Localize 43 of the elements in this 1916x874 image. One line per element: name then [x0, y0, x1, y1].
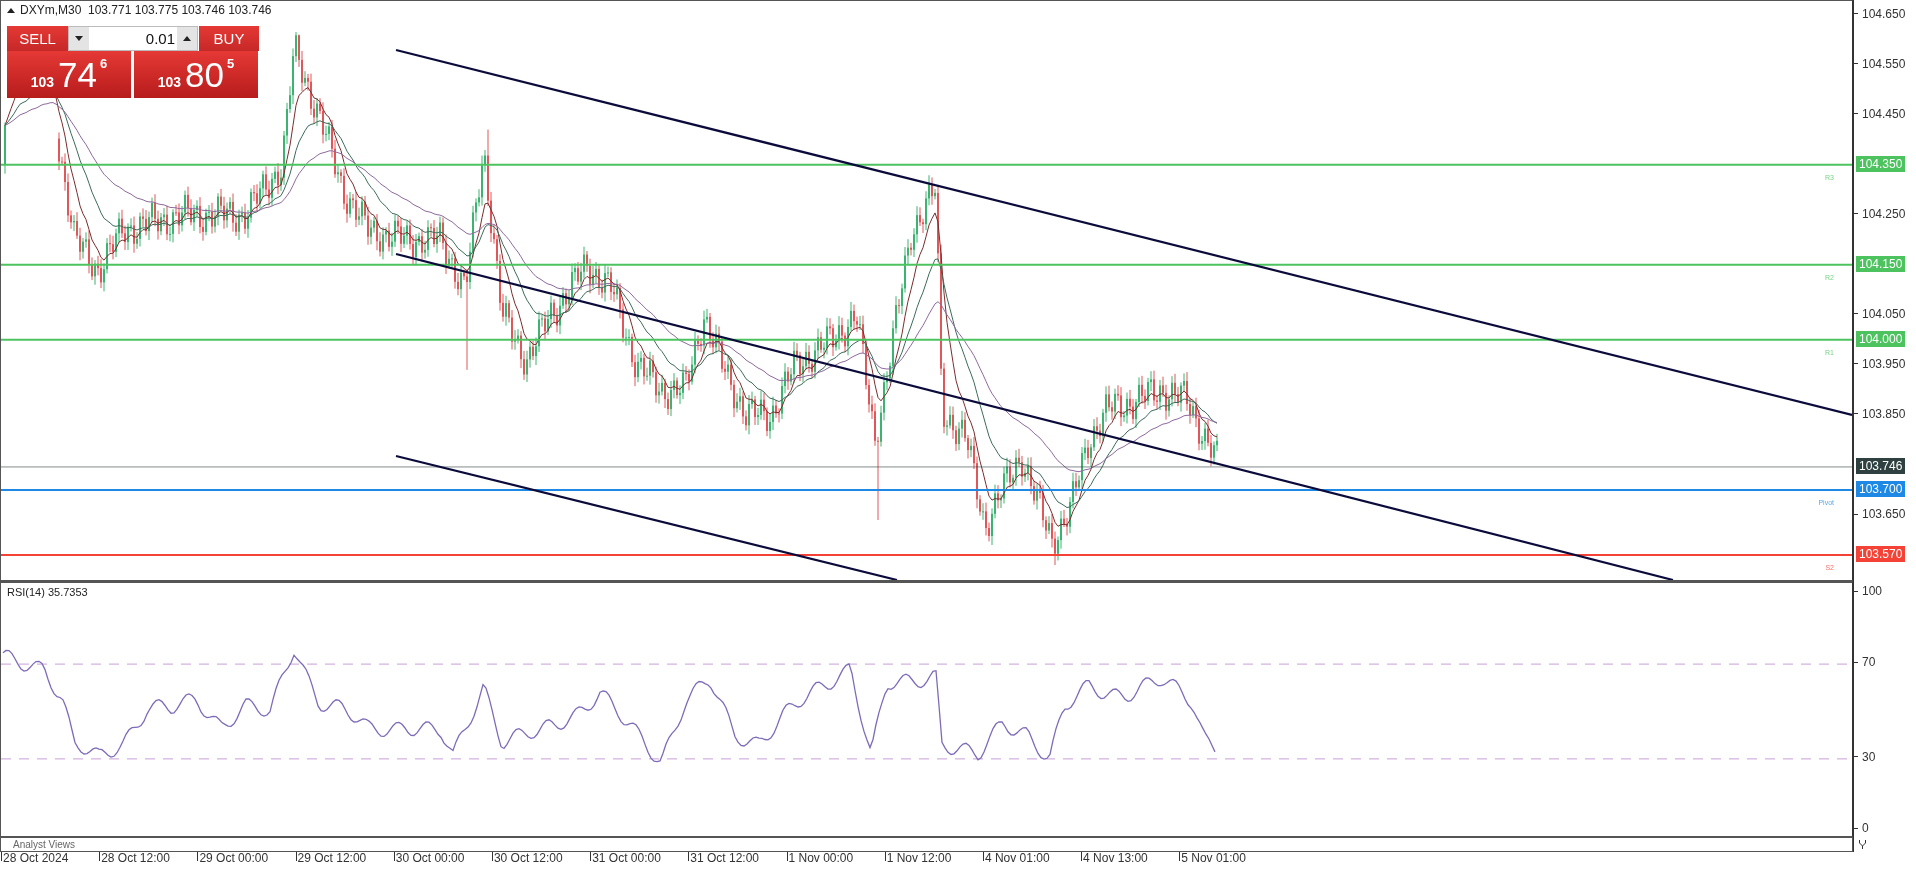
- rsi-scale-label: 0: [1854, 821, 1869, 835]
- panel-title: Analyst Views: [13, 839, 76, 850]
- price-label: 103.950: [1854, 356, 1906, 371]
- price-tag: 103.700: [1856, 480, 1906, 497]
- time-label: 31 Oct 00:00: [592, 852, 662, 864]
- price-label: 104.550: [1854, 56, 1906, 71]
- buy-button[interactable]: BUY: [199, 26, 259, 51]
- caret-up-icon: [183, 36, 191, 41]
- price-label: 104.250: [1854, 206, 1906, 221]
- price-label: 104.450: [1854, 106, 1906, 121]
- time-label: 29 Oct 12:00: [297, 852, 368, 864]
- time-label: 5 Nov 01:00: [1181, 852, 1247, 864]
- volume-control[interactable]: 0.01: [68, 26, 198, 51]
- time-label: 30 Oct 12:00: [493, 852, 564, 864]
- price-label: 104.050: [1854, 306, 1906, 321]
- sell-button[interactable]: SELL: [7, 26, 68, 51]
- indicator-title: RSI(14) 35.7353: [7, 586, 88, 598]
- price-tag: 104.150: [1856, 255, 1906, 272]
- price-label: 103.650: [1854, 507, 1906, 521]
- price-tag: 104.350: [1856, 155, 1906, 172]
- collapse-triangle-icon[interactable]: [7, 7, 15, 13]
- time-label: 4 Nov 01:00: [984, 852, 1051, 864]
- time-label: 31 Oct 12:00: [690, 852, 761, 864]
- increase-button[interactable]: [177, 27, 197, 50]
- time-label: 4 Nov 13:00: [1083, 852, 1149, 864]
- caret-down-icon: [75, 36, 83, 41]
- candlestick: [4, 122, 6, 175]
- rsi-scale-label: 30: [1854, 749, 1876, 764]
- price-label: 103.850: [1854, 406, 1906, 421]
- price-tag: 103.570: [1856, 546, 1906, 563]
- time-label: 28 Oct 2024: [3, 852, 70, 864]
- time-label: 1 Nov 12:00: [886, 852, 953, 864]
- time-label: 1 Nov 00:00: [788, 852, 855, 864]
- rsi-scale-label: 100: [1854, 584, 1883, 598]
- time-label: 29 Oct 00:00: [199, 852, 270, 864]
- decrease-button[interactable]: [69, 27, 89, 50]
- time-label: 28 Oct 12:00: [101, 852, 171, 864]
- price-tag: 103.746: [1856, 457, 1906, 474]
- price-tag: 104.000: [1856, 330, 1906, 347]
- time-label: 30 Oct 00:00: [395, 852, 466, 864]
- symbol-info: DXYm,M30 103.771 103.775 103.746 103.746: [20, 3, 272, 17]
- rsi-scale-label: 70: [1854, 655, 1876, 670]
- price-label: 104.650: [1854, 6, 1906, 21]
